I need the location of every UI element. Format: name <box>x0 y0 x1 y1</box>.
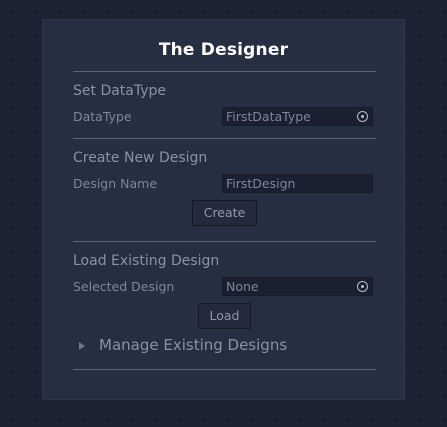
load-button[interactable]: Load <box>198 303 251 329</box>
design-name-value: FirstDesign <box>226 176 296 191</box>
set-datatype-header: Set DataType <box>73 83 167 99</box>
datatype-label: DataType <box>73 109 132 124</box>
section-divider <box>73 138 376 139</box>
object-picker-icon[interactable] <box>357 111 368 122</box>
selected-design-label: Selected Design <box>73 279 175 294</box>
load-design-header: Load Existing Design <box>73 253 220 269</box>
selected-design-value: None <box>226 279 259 294</box>
create-design-header: Create New Design <box>73 150 208 166</box>
datatype-field-value: FirstDataType <box>226 109 311 124</box>
manage-designs-label[interactable]: Manage Existing Designs <box>99 336 287 354</box>
panel-title: The Designer <box>158 40 289 60</box>
datatype-object-field[interactable]: FirstDataType <box>222 107 373 126</box>
title-divider <box>73 71 376 72</box>
design-name-input[interactable]: FirstDesign <box>222 174 373 193</box>
object-picker-icon[interactable] <box>357 281 368 292</box>
selected-design-object-field[interactable]: None <box>222 277 373 296</box>
designer-panel: The Designer Set DataType DataType First… <box>42 19 405 400</box>
design-name-label: Design Name <box>73 176 158 191</box>
create-button[interactable]: Create <box>192 200 257 226</box>
foldout-arrow-icon[interactable] <box>79 342 85 350</box>
bottom-divider <box>73 369 376 370</box>
section-divider <box>73 241 376 242</box>
